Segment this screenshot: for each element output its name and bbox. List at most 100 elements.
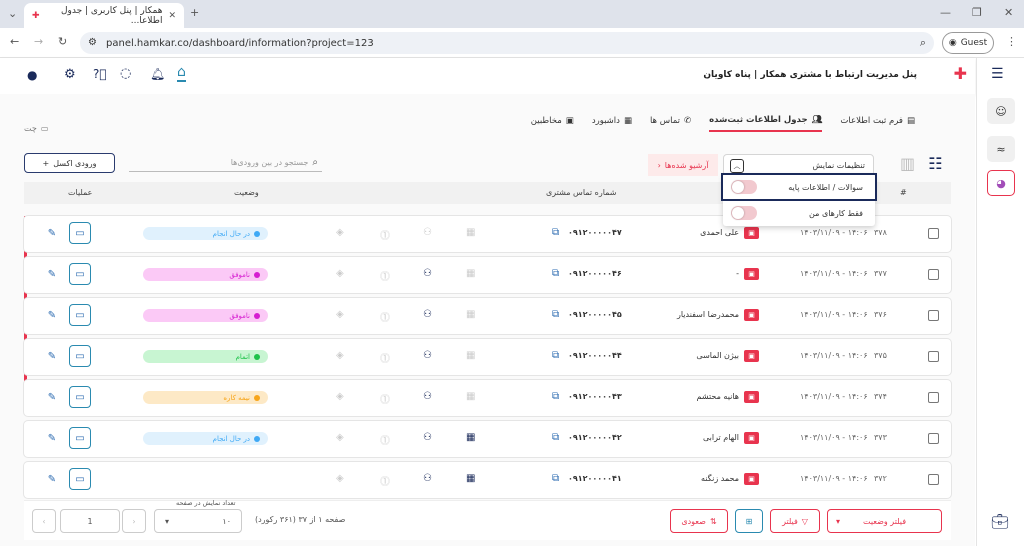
copy-icon[interactable]: ⧉: [552, 432, 559, 443]
browser-tab[interactable]: ✚ همکار | پنل کاربری | جدول اطلاعا... ✕: [24, 3, 184, 28]
calendar-icon[interactable]: ▦: [466, 432, 475, 443]
edit-button[interactable]: ✎: [41, 304, 63, 326]
user-icon[interactable]: ●: [27, 68, 37, 82]
prev-page-button[interactable]: ‹: [32, 509, 56, 533]
row-checkbox[interactable]: [928, 269, 939, 280]
user-settings-icon[interactable]: ⚇: [423, 473, 432, 484]
tab-dashboard[interactable]: ▦ داشبورد: [592, 116, 632, 132]
box-icon[interactable]: ◈: [336, 227, 344, 238]
copy-icon[interactable]: ⧉: [552, 268, 559, 279]
user-settings-icon[interactable]: ⚇: [423, 268, 432, 279]
calendar-icon[interactable]: ▦: [466, 350, 475, 361]
row-checkbox[interactable]: [928, 310, 939, 321]
new-tab-icon[interactable]: +: [190, 6, 199, 19]
alert-icon[interactable]: ⓵: [380, 391, 390, 406]
comment-button[interactable]: ▭: [69, 263, 91, 285]
url-field[interactable]: ⚙ panel.hamkar.co/dashboard/information?…: [80, 32, 934, 54]
close-window-icon[interactable]: ✕: [1004, 6, 1013, 19]
sidebar-item-3[interactable]: ◕: [987, 170, 1015, 196]
tab-form[interactable]: ▤ فرم ثبت اطلاعات: [840, 116, 915, 132]
box-icon[interactable]: ◈: [336, 473, 344, 484]
contact-card-icon[interactable]: ▣: [744, 268, 759, 280]
comment-button[interactable]: ▭: [69, 304, 91, 326]
row-checkbox[interactable]: [928, 392, 939, 403]
reload-icon[interactable]: ↻: [58, 35, 67, 48]
user-settings-icon[interactable]: ⚇: [423, 432, 432, 443]
table-row[interactable]: ۳۷۷ ۱۴۰۳/۱۱/۰۹ - ۱۴:۰۶ ▣ - ۰۹۱۲۰۰۰۰۰۴۶ ⧉ ▦ ⚇ ⓵ ◈ ن…: [24, 257, 951, 293]
dropdown-item-my-tasks[interactable]: فقط کارهای من: [723, 201, 875, 225]
tab-calls[interactable]: ✆ تماس ها: [650, 116, 691, 132]
comment-button[interactable]: ▭: [69, 222, 91, 244]
briefcase-icon[interactable]: 💼︎: [991, 514, 1009, 530]
table-row[interactable]: ۳۷۳ ۱۴۰۳/۱۱/۰۹ - ۱۴:۰۶ ▣ الهام ترابی ۰۹۱۲۰۰۰…: [24, 421, 951, 457]
sidebar-item-2[interactable]: ≈: [987, 136, 1015, 162]
comment-button[interactable]: ▭: [69, 386, 91, 408]
row-checkbox[interactable]: [928, 351, 939, 362]
calendar-icon[interactable]: ▦: [466, 309, 475, 320]
search-input[interactable]: ⌕ جستجو در بین ورودی‌ها: [129, 154, 322, 172]
edit-button[interactable]: ✎: [41, 345, 63, 367]
forward-icon[interactable]: →: [34, 35, 43, 48]
minimize-icon[interactable]: —: [940, 6, 951, 19]
table-row[interactable]: ۳۷۴ ۱۴۰۳/۱۱/۰۹ - ۱۴:۰۶ ▣ هانیه محتشم ۰۹۱۲۰۰۰…: [24, 380, 951, 416]
hamburger-icon[interactable]: ☰: [991, 66, 1004, 82]
contact-card-icon[interactable]: ▣: [744, 432, 759, 444]
alert-icon[interactable]: ⓵: [380, 432, 390, 447]
user-settings-icon[interactable]: ⚇: [423, 309, 432, 320]
per-page-select[interactable]: ▾ ۱۰: [154, 509, 242, 533]
alert-icon[interactable]: ⓵: [380, 350, 390, 365]
bell-icon[interactable]: 🔔︎: [150, 67, 165, 81]
box-icon[interactable]: ◈: [336, 391, 344, 402]
alert-icon[interactable]: ⓵: [380, 268, 390, 283]
alert-icon[interactable]: ⓵: [380, 227, 390, 242]
maximize-icon[interactable]: ❐: [972, 6, 982, 19]
excel-export-button[interactable]: ⊞: [735, 509, 763, 533]
copy-icon[interactable]: ⧉: [552, 473, 559, 484]
copy-icon[interactable]: ⧉: [552, 227, 559, 238]
comment-button[interactable]: ▭: [69, 468, 91, 490]
edit-button[interactable]: ✎: [41, 427, 63, 449]
excel-import-button[interactable]: + ورودی اکسل: [24, 153, 115, 173]
alert-icon[interactable]: ⓵: [380, 473, 390, 488]
user-settings-icon[interactable]: ⚇: [423, 350, 432, 361]
edit-button[interactable]: ✎: [41, 468, 63, 490]
row-checkbox[interactable]: [928, 433, 939, 444]
contact-card-icon[interactable]: ▣: [744, 309, 759, 321]
settings-icon[interactable]: ⚙: [64, 67, 76, 82]
table-row[interactable]: ۳۷۶ ۱۴۰۳/۱۱/۰۹ - ۱۴:۰۶ ▣ محمدرضا اسفندیار ۰۹…: [24, 298, 951, 334]
comment-button[interactable]: ▭: [69, 427, 91, 449]
alert-icon[interactable]: ⓵: [380, 309, 390, 324]
toggle-switch[interactable]: [731, 206, 757, 220]
list-view-icon[interactable]: ☷: [928, 154, 942, 173]
tab-search-icon[interactable]: ⌄: [8, 7, 17, 20]
toggle-switch[interactable]: [731, 180, 757, 194]
display-settings-select[interactable]: تنظیمات نمایش ︿: [723, 154, 874, 176]
edit-button[interactable]: ✎: [41, 263, 63, 285]
contact-card-icon[interactable]: ▣: [744, 473, 759, 485]
contact-card-icon[interactable]: ▣: [744, 350, 759, 362]
contact-card-icon[interactable]: ▣: [744, 391, 759, 403]
browser-menu-icon[interactable]: ⋮: [1006, 35, 1017, 48]
next-page-button[interactable]: ›: [122, 509, 146, 533]
chat-link[interactable]: چت ▭: [24, 124, 48, 133]
copy-icon[interactable]: ⧉: [552, 350, 559, 361]
dropdown-item-basic-info[interactable]: سوالات / اطلاعات پایه: [721, 173, 877, 201]
calendar-icon[interactable]: ▦: [466, 473, 475, 484]
box-icon[interactable]: ◈: [336, 309, 344, 320]
calendar-icon[interactable]: ▦: [466, 268, 475, 279]
help-icon[interactable]: ?⃝: [93, 67, 107, 81]
page-number-input[interactable]: 1: [60, 509, 120, 533]
copy-icon[interactable]: ⧉: [552, 391, 559, 402]
table-row[interactable]: ۳۷۵ ۱۴۰۳/۱۱/۰۹ - ۱۴:۰۶ ▣ بیژن الماسی ۰۹۱۲۰۰۰…: [24, 339, 951, 375]
box-icon[interactable]: ◈: [336, 268, 344, 279]
tab-contacts[interactable]: ▣ مخاطبین: [531, 116, 574, 132]
user-settings-icon[interactable]: ⚇: [423, 227, 432, 238]
box-icon[interactable]: ◈: [336, 432, 344, 443]
copy-icon[interactable]: ⧉: [552, 309, 559, 320]
back-icon[interactable]: ←: [10, 35, 19, 48]
edit-button[interactable]: ✎: [41, 386, 63, 408]
status-filter-select[interactable]: فیلتر وضعیت ▾: [827, 509, 942, 533]
comment-button[interactable]: ▭: [69, 345, 91, 367]
sort-button[interactable]: صعودی ⇅: [670, 509, 728, 533]
calendar-icon[interactable]: ▦: [466, 391, 475, 402]
